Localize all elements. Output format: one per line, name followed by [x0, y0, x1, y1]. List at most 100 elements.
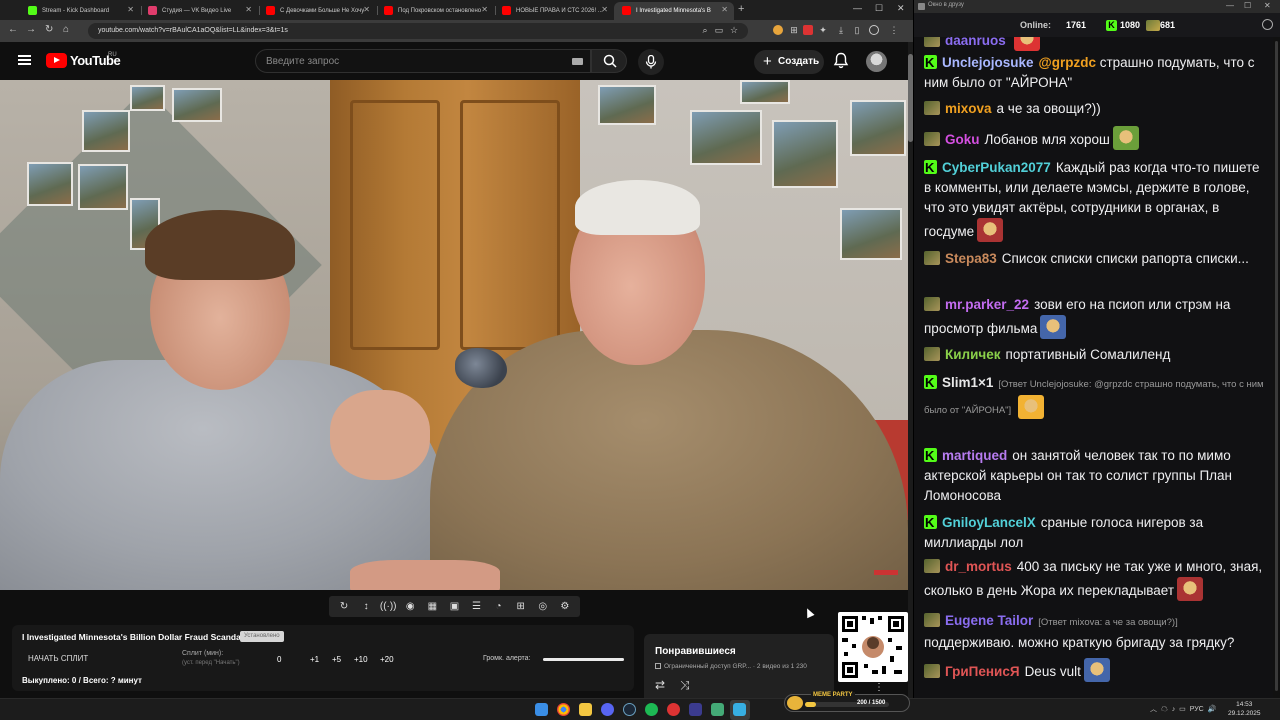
speed-icon[interactable]: ◔ — [490, 601, 508, 612]
loop-playlist-icon[interactable]: ⇄ — [655, 678, 665, 692]
chat-username[interactable]: Unclejojosuke — [942, 55, 1034, 70]
tab-close-icon[interactable]: ✕ — [601, 5, 608, 14]
forward-icon[interactable]: → — [26, 24, 36, 35]
tab-close-icon[interactable]: ✕ — [721, 5, 728, 14]
chat-username[interactable]: mixova — [945, 101, 992, 116]
start-icon[interactable] — [535, 703, 548, 716]
tab-youtube-active[interactable]: I Investigated Minnesota's B ✕ — [614, 2, 734, 20]
tab-close-icon[interactable]: ✕ — [363, 5, 370, 14]
shuffle-icon[interactable]: ⤨ — [680, 678, 690, 693]
discord-icon[interactable] — [601, 703, 614, 716]
start-split-button[interactable]: НАЧАТЬ СПЛИТ — [28, 654, 88, 663]
tab-youtube-5[interactable]: НОВЫЕ ПРАВА И СТС 2026! ... ✕ — [494, 2, 614, 20]
eye-icon[interactable]: ◉ — [401, 601, 419, 612]
alert-volume-slider[interactable] — [543, 658, 624, 661]
chat-settings-icon[interactable] — [1262, 19, 1273, 30]
minimize-button[interactable]: — — [853, 3, 862, 13]
clock[interactable]: 14:53 29.12.2025 — [1228, 700, 1261, 718]
calendar-icon[interactable]: ▦ — [423, 601, 441, 612]
explorer-icon[interactable] — [579, 703, 592, 716]
split-add-1-button[interactable]: +1 — [310, 655, 319, 664]
avatar[interactable] — [866, 51, 887, 72]
app-icon-8[interactable] — [689, 703, 702, 716]
extension-icon-1[interactable] — [773, 25, 783, 35]
chat-username[interactable]: GniloyLancelX — [942, 515, 1036, 530]
chat-mention[interactable]: @grpzdc — [1039, 55, 1096, 70]
chat-username[interactable]: CyberPukan2077 — [942, 160, 1051, 175]
sort-icon[interactable]: ↕ — [357, 601, 375, 612]
tab-close-icon[interactable]: ✕ — [127, 5, 134, 14]
language-indicator[interactable]: РУС — [1190, 706, 1204, 713]
download-icon[interactable]: ⤓ — [836, 25, 846, 35]
tab-youtube-4[interactable]: Под Покровском остановлено ✕ — [376, 2, 494, 20]
sidebar-icon[interactable]: ▯ — [852, 25, 862, 35]
new-tab-button[interactable]: + — [738, 3, 744, 15]
chat-username[interactable]: Goku — [945, 132, 980, 147]
video-player[interactable] — [0, 80, 908, 590]
split-add-20-button[interactable]: +20 — [380, 655, 394, 664]
settings-icon[interactable]: ⚙ — [556, 601, 574, 612]
puzzle-icon[interactable]: ✦ — [818, 25, 828, 35]
tab-youtube-3[interactable]: С Девочками Больше Не Хочу ✕ — [258, 2, 376, 20]
search-button[interactable] — [591, 49, 627, 73]
chat-username[interactable]: Stepa83 — [945, 251, 997, 266]
app-icon-9[interactable] — [711, 703, 724, 716]
cast-icon[interactable]: ▭ — [714, 25, 724, 35]
create-button[interactable]: + Создать — [754, 50, 824, 74]
steam-icon[interactable] — [623, 703, 636, 716]
menu-icon[interactable] — [18, 55, 31, 65]
taskbar-active-app[interactable] — [730, 700, 750, 720]
split-add-5-button[interactable]: +5 — [332, 655, 341, 664]
screenshot-icon[interactable]: ◎ — [534, 601, 552, 612]
chat-username[interactable]: mr.parker_22 — [945, 297, 1029, 312]
chat-username[interactable]: dr_mortus — [945, 559, 1012, 574]
tab-close-icon[interactable]: ✕ — [245, 5, 252, 14]
more-options-icon[interactable]: ⋮ — [874, 682, 884, 693]
frame-icon[interactable]: ▣ — [445, 601, 463, 612]
chat-username[interactable]: martiqued — [942, 448, 1007, 463]
browser-menu-icon[interactable]: ⋮ — [889, 25, 899, 35]
split-add-10-button[interactable]: +10 — [354, 655, 368, 664]
system-tray[interactable]: ︿ ☁ ♪ ▭ РУС 🔊 — [1150, 704, 1216, 714]
reload-icon[interactable]: ↻ — [45, 24, 53, 35]
profile-icon[interactable] — [869, 25, 879, 35]
tab-kick-dashboard[interactable]: Stream - Kick Dashboard ✕ — [20, 2, 140, 20]
youtube-logo-icon[interactable] — [46, 53, 67, 68]
extension-icon-2[interactable]: ⊞ — [789, 25, 799, 35]
spotify-icon[interactable] — [645, 703, 658, 716]
keyboard-icon[interactable] — [572, 58, 583, 65]
chat-scrollbar[interactable] — [1273, 37, 1280, 698]
chat-username[interactable]: daanruos — [945, 37, 1006, 48]
back-icon[interactable]: ← — [8, 24, 18, 35]
notifications-button[interactable] — [832, 52, 850, 70]
maximize-button[interactable]: ☐ — [875, 3, 883, 14]
film-icon[interactable]: ☰ — [468, 601, 486, 612]
voice-search-button[interactable] — [638, 49, 664, 75]
chat-username[interactable]: Киличек — [945, 347, 1001, 362]
bookmark-star-icon[interactable]: ☆ — [729, 25, 739, 35]
url-field[interactable]: youtube.com/watch?v=rBAulCA1aOQ&list=LL&… — [88, 23, 748, 39]
alert-volume-fill — [543, 658, 624, 661]
chat-message: mixova а че за овощи?)) — [924, 99, 1270, 119]
chat-username[interactable]: Slim1×1 — [942, 375, 993, 390]
chat-close-button[interactable]: ✕ — [1264, 1, 1271, 10]
twitch-badge-icon — [924, 559, 940, 573]
app-icon-7[interactable] — [667, 703, 680, 716]
search-input[interactable]: Введите запрос — [255, 49, 591, 73]
chat-username[interactable]: Eugene Tailor — [945, 613, 1033, 628]
chat-minimize-button[interactable]: — — [1226, 1, 1234, 10]
chrome-icon[interactable] — [557, 703, 570, 716]
add-clip-icon[interactable]: ⊞ — [512, 601, 530, 612]
playlist-title[interactable]: Понравившиеся — [655, 646, 736, 657]
loop-icon[interactable]: ↻ — [335, 601, 353, 612]
close-window-button[interactable]: ✕ — [897, 3, 905, 14]
home-icon[interactable]: ⌂ — [63, 24, 69, 35]
search-page-icon[interactable]: ⌕ — [700, 25, 710, 35]
chat-scrollbar-thumb[interactable] — [1275, 41, 1278, 691]
tab-close-icon[interactable]: ✕ — [481, 5, 488, 14]
broadcast-icon[interactable]: ((·)) — [379, 601, 397, 612]
tab-vk-studio[interactable]: Студия — VK Видео Live ✕ — [140, 2, 258, 20]
chat-maximize-button[interactable]: ☐ — [1244, 1, 1251, 10]
extension-icon-3[interactable] — [803, 25, 813, 35]
chat-username[interactable]: ГриПенисЯ — [945, 664, 1020, 679]
